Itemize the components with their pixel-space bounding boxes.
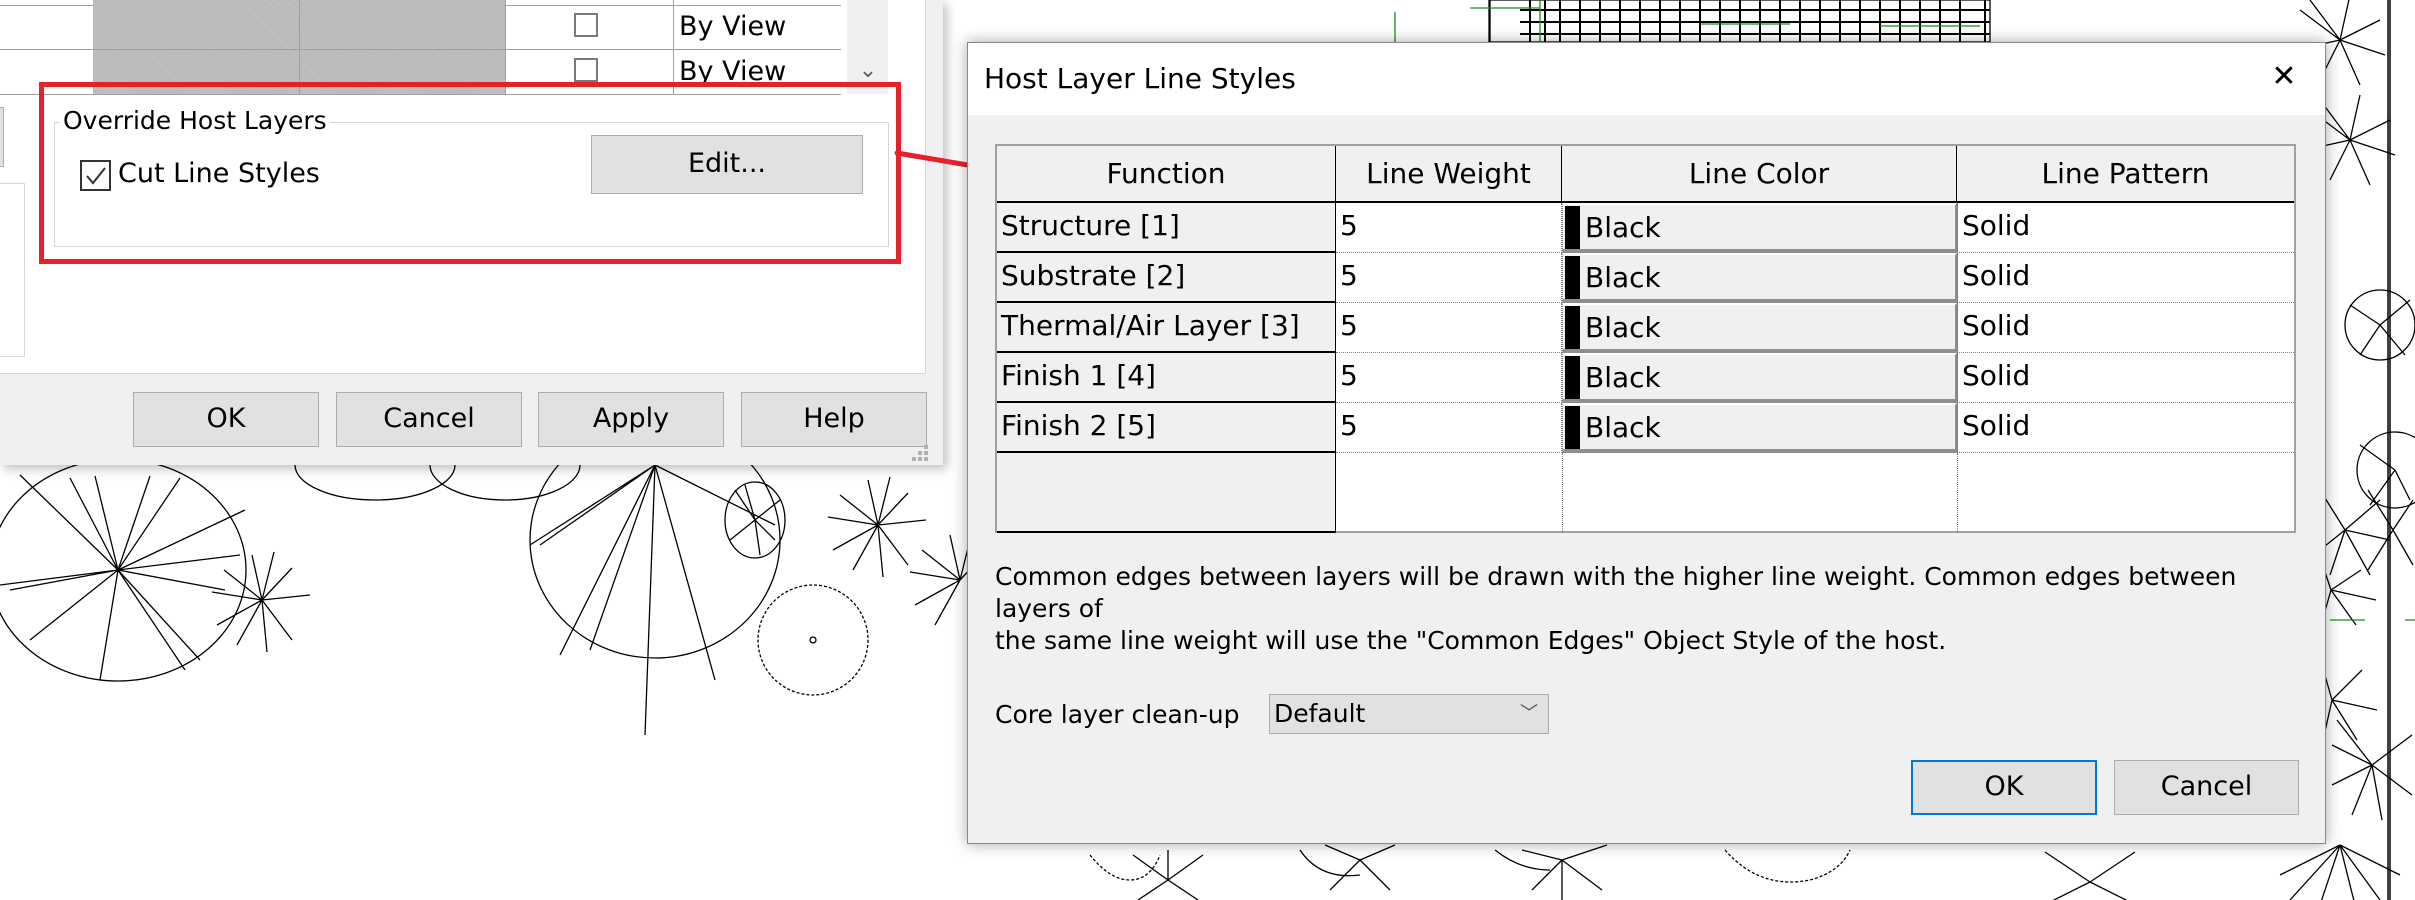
close-icon[interactable]: ✕ (2264, 57, 2304, 97)
note-line: Common edges between layers will be draw… (995, 562, 2237, 623)
line-pattern-cell[interactable]: Solid (1957, 403, 2294, 453)
line-color-value: Black (1585, 211, 1661, 244)
column-header-line-color[interactable]: Line Color (1562, 146, 1957, 203)
color-swatch (1565, 406, 1580, 449)
row-value: By View (679, 11, 787, 42)
function-cell[interactable]: Finish 1 [4] (997, 353, 1336, 403)
empty-row-header (997, 453, 1336, 533)
annotation-highlight-box (39, 82, 901, 264)
tree-symbol (0, 458, 247, 682)
function-cell[interactable]: Finish 2 [5] (997, 403, 1336, 453)
line-color-cell[interactable]: Black (1562, 353, 1957, 403)
function-cell[interactable]: Substrate [2] (997, 253, 1336, 303)
function-cell[interactable]: Structure [1] (997, 203, 1336, 253)
help-button[interactable]: Help (741, 392, 927, 447)
title-bar[interactable]: Host Layer Line Styles ✕ (968, 43, 2325, 115)
ok-button[interactable]: OK (133, 392, 319, 447)
line-pattern-cell[interactable]: Solid (1957, 203, 2294, 253)
function-cell[interactable]: Thermal/Air Layer [3] (997, 303, 1336, 353)
column-header-line-weight[interactable]: Line Weight (1336, 146, 1562, 203)
scroll-down-icon[interactable]: ⌄ (857, 60, 879, 82)
common-edges-note: Common edges between layers will be draw… (995, 561, 2295, 657)
color-swatch (1565, 256, 1580, 299)
apply-button[interactable]: Apply (538, 392, 724, 447)
line-color-cell[interactable]: Black (1562, 203, 1957, 253)
tree-symbol (529, 421, 781, 736)
line-color-value: Black (1585, 311, 1661, 344)
partial-group-box (0, 183, 25, 357)
cancel-button[interactable]: Cancel (2114, 760, 2299, 815)
line-color-value: Black (1585, 411, 1661, 444)
line-styles-table: Function Line Weight Line Color Line Pat… (995, 144, 2296, 533)
column-header-line-pattern[interactable]: Line Pattern (1957, 146, 2294, 203)
host-layer-line-styles-dialog: Host Layer Line Styles ✕ Function Line W… (967, 42, 2326, 844)
row-checkbox[interactable] (574, 13, 598, 37)
line-weight-cell[interactable]: 5 (1336, 303, 1562, 353)
shrub-symbol (211, 551, 311, 653)
line-weight-cell[interactable]: 5 (1336, 353, 1562, 403)
line-pattern-cell[interactable]: Solid (1957, 353, 2294, 403)
line-color-cell[interactable]: Black (1562, 253, 1957, 303)
row-checkbox[interactable] (574, 58, 598, 82)
color-swatch (1565, 206, 1580, 249)
core-layer-cleanup-select[interactable]: Default ﹀ (1269, 694, 1549, 734)
line-color-value: Black (1585, 261, 1661, 294)
line-color-value: Black (1585, 361, 1661, 394)
line-pattern-cell[interactable]: Solid (1957, 253, 2294, 303)
selected-value: Default (1274, 699, 1366, 728)
core-layer-cleanup-label: Core layer clean-up (995, 700, 1240, 729)
ok-button[interactable]: OK (1911, 760, 2097, 815)
color-swatch (1565, 356, 1580, 399)
note-line: the same line weight will use the "Commo… (995, 626, 1947, 655)
line-color-cell[interactable]: Black (1562, 303, 1957, 353)
column-header-function[interactable]: Function (997, 146, 1336, 203)
partial-button[interactable] (0, 107, 4, 167)
resize-grip-icon[interactable] (912, 445, 930, 461)
line-pattern-cell[interactable]: Solid (1957, 303, 2294, 353)
chevron-down-icon: ﹀ (1520, 703, 1538, 724)
shrub-symbol (827, 476, 927, 578)
cancel-button[interactable]: Cancel (336, 392, 522, 447)
line-color-cell[interactable]: Black (1562, 403, 1957, 453)
dialog-title: Host Layer Line Styles (984, 62, 1296, 95)
line-weight-cell[interactable]: 5 (1336, 203, 1562, 253)
line-weight-cell[interactable]: 5 (1336, 403, 1562, 453)
line-weight-cell[interactable]: 5 (1336, 253, 1562, 303)
table-row[interactable]: By View (0, 5, 841, 50)
color-swatch (1565, 306, 1580, 349)
